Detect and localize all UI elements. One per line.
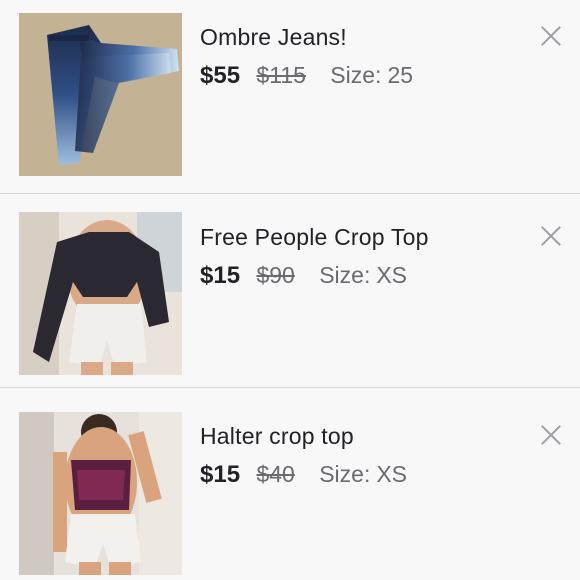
close-icon[interactable] <box>540 424 562 446</box>
close-icon[interactable] <box>540 225 562 247</box>
close-icon[interactable] <box>540 25 562 47</box>
original-price: $115 <box>256 62 306 88</box>
original-price: $40 <box>256 461 295 487</box>
list-item[interactable]: Ombre Jeans! $55 $115 Size: 25 <box>0 0 580 194</box>
size-value: XS <box>376 461 408 487</box>
item-title[interactable]: Halter crop top <box>200 423 354 450</box>
item-title[interactable]: Free People Crop Top <box>200 224 429 251</box>
list-item[interactable]: Halter crop top $15 $40 Size: XS <box>0 393 580 580</box>
ombre-jeans-image <box>19 13 182 176</box>
crop-top-image <box>19 212 182 375</box>
halter-top-image <box>19 412 182 575</box>
product-thumbnail[interactable] <box>19 412 182 575</box>
size-label: Size: <box>319 262 371 288</box>
item-title[interactable]: Ombre Jeans! <box>200 24 347 51</box>
product-thumbnail[interactable] <box>19 13 182 176</box>
product-thumbnail[interactable] <box>19 212 182 375</box>
original-price: $90 <box>256 262 295 288</box>
size-value: XS <box>376 262 408 288</box>
price-info: $55 $115 Size: 25 <box>200 62 413 90</box>
current-price: $55 <box>200 62 241 89</box>
current-price: $15 <box>200 461 241 488</box>
size-value: 25 <box>387 62 414 88</box>
price-info: $15 $90 Size: XS <box>200 262 407 290</box>
bundle-item-list: Ombre Jeans! $55 $115 Size: 25 Free Peop… <box>0 0 580 580</box>
price-info: $15 $40 Size: XS <box>200 461 407 489</box>
size-label: Size: <box>319 461 371 487</box>
current-price: $15 <box>200 262 241 289</box>
size-label: Size: <box>330 62 382 88</box>
list-item[interactable]: Free People Crop Top $15 $90 Size: XS <box>0 194 580 388</box>
